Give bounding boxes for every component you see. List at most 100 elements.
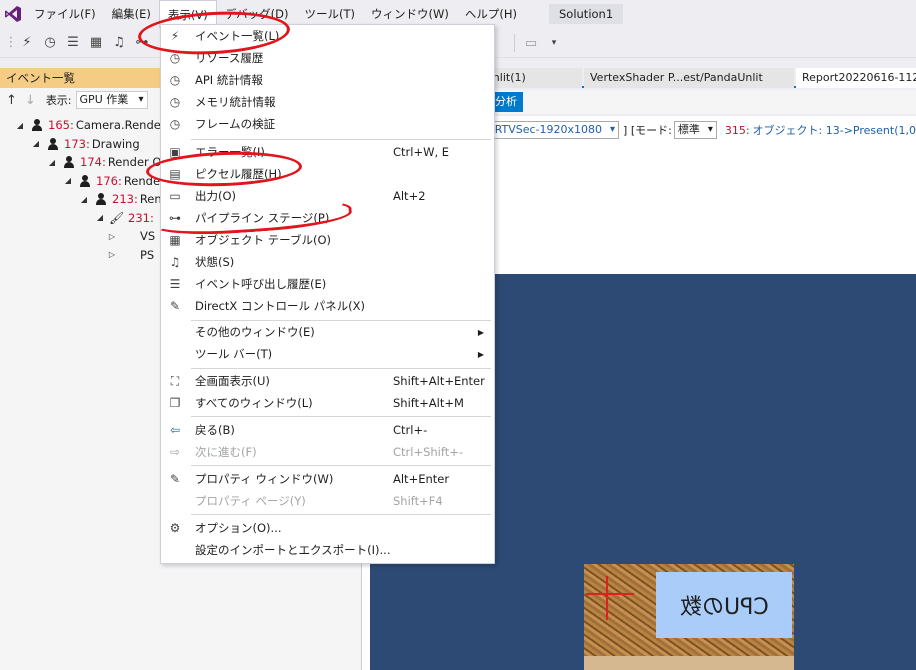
event-number: 174: — [80, 155, 106, 170]
state-icon: ♫ — [169, 255, 181, 269]
layout-toolbar-icon[interactable]: ▭ — [521, 33, 541, 53]
toolbar-overflow-icon[interactable]: ▾ — [544, 33, 564, 53]
menu-item-api-stats[interactable]: ◷ API 統計情報 — [161, 69, 494, 91]
pixel-crosshair-icon — [606, 576, 608, 620]
menu-item-toolbars[interactable]: ツール バー(T) ▶ — [161, 343, 494, 365]
menu-item-label: メモリ統計情報 — [195, 95, 276, 109]
menu-item-all-windows[interactable]: ❐ すべてのウィンドウ(L) Shift+Alt+M — [161, 392, 494, 414]
stats-icon: ◷ — [169, 73, 181, 87]
toolbar-separator — [514, 34, 515, 52]
menu-item-import-export-settings[interactable]: 設定のインポートとエクスポート(I)... — [161, 539, 494, 561]
table-toolbar-icon[interactable]: ▦ — [86, 33, 106, 53]
menu-item-shortcut: Shift+Alt+Enter — [393, 374, 485, 388]
menu-file[interactable]: ファイル(F) — [26, 0, 104, 28]
memory-icon: ◷ — [169, 95, 181, 109]
wrench-icon: ✎ — [169, 299, 181, 313]
person-icon — [45, 137, 61, 151]
toolbar-grip-icon: ⋮ — [4, 35, 18, 50]
collapse-icon[interactable]: ◢ — [46, 158, 58, 167]
frame-icon: ◷ — [169, 117, 181, 131]
event-name: VS — [140, 229, 156, 244]
menu-item-label: 状態(S) — [195, 255, 235, 269]
menu-item-back[interactable]: ⇦ 戻る(B) Ctrl+- — [161, 419, 494, 441]
menu-separator — [191, 514, 491, 515]
properties-icon: ✎ — [169, 472, 181, 486]
menu-item-other-windows[interactable]: その他のウィンドウ(E) ▶ — [161, 321, 494, 343]
menu-item-directx-control-panel[interactable]: ✎ DirectX コントロール パネル(X) — [161, 295, 494, 317]
menu-item-label: 出力(O) — [195, 189, 237, 203]
output-icon: ▭ — [169, 189, 181, 203]
render-texture-floor — [584, 656, 794, 670]
gear-icon: ⚙ — [169, 521, 181, 535]
menu-item-options[interactable]: ⚙ オプション(O)... — [161, 517, 494, 539]
person-icon — [29, 118, 45, 132]
event-list-toolbar-icon[interactable]: ⚡ — [17, 33, 37, 53]
toolbar-right-group: ▭ ▾ — [508, 33, 567, 53]
menu-separator — [191, 368, 491, 369]
menu-item-label: オブジェクト テーブル(O) — [195, 233, 331, 247]
event-name: Drawing — [91, 136, 140, 151]
menu-item-memory-stats[interactable]: ◷ メモリ統計情報 — [161, 91, 494, 113]
menu-item-fullscreen[interactable]: ⛶ 全画面表示(U) Shift+Alt+Enter — [161, 370, 494, 392]
event-number: 231: — [128, 210, 154, 225]
expand-icon[interactable]: ▷ — [106, 250, 118, 259]
menu-item-label: ツール バー(T) — [195, 347, 273, 361]
menu-item-label: API 統計情報 — [195, 73, 263, 87]
event-name: PS — [140, 247, 155, 262]
menu-item-label: オプション(O)... — [195, 521, 282, 535]
menu-item-forward: ⇨ 次に進む(F) Ctrl+Shift+- — [161, 441, 494, 463]
render-label-box: CPUの数 — [656, 572, 792, 638]
menu-item-state[interactable]: ♫ 状態(S) — [161, 251, 494, 273]
menu-item-shortcut: Shift+Alt+M — [393, 396, 464, 410]
windows-icon: ❐ — [169, 396, 181, 410]
menu-item-event-call-stack[interactable]: ☰ イベント呼び出し履歴(E) — [161, 273, 494, 295]
submenu-arrow-icon: ▶ — [477, 349, 484, 359]
menu-separator — [191, 139, 491, 140]
show-label: 表示: — [45, 94, 72, 107]
collapse-icon[interactable]: ◢ — [14, 121, 26, 130]
solution-name: Solution1 — [548, 4, 624, 24]
menu-separator — [191, 465, 491, 466]
menu-item-properties-window[interactable]: ✎ プロパティ ウィンドウ(W) Alt+Enter — [161, 468, 494, 490]
mode-label: ] [モード: — [623, 124, 672, 137]
arrow-up-icon[interactable]: ↑ — [6, 93, 17, 108]
collapse-icon[interactable]: ◢ — [30, 139, 42, 148]
menu-item-shortcut: Ctrl+- — [393, 423, 428, 437]
expand-icon[interactable]: ▷ — [106, 232, 118, 241]
visual-studio-logo-icon[interactable] — [0, 0, 26, 28]
menu-item-shortcut: Ctrl+Shift+- — [393, 445, 464, 459]
person-icon — [77, 174, 93, 188]
history-toolbar-icon[interactable]: ◷ — [40, 33, 60, 53]
fullscreen-icon: ⛶ — [170, 373, 180, 388]
person-icon — [61, 155, 77, 169]
filter-select[interactable]: GPU 作業 — [75, 91, 148, 109]
object-number: 315: — [724, 123, 750, 137]
collapse-icon[interactable]: ◢ — [78, 195, 90, 204]
collapse-icon[interactable]: ◢ — [62, 176, 74, 185]
brush-icon: 🖌 — [109, 210, 125, 225]
forward-icon: ⇨ — [169, 445, 181, 459]
menu-item-frame-validation[interactable]: ◷ フレームの検証 — [161, 113, 494, 135]
menu-separator — [191, 416, 491, 417]
state-toolbar-icon[interactable]: ♫ — [109, 33, 129, 53]
person-icon — [93, 192, 109, 206]
arrow-down-icon[interactable]: ↓ — [25, 93, 36, 108]
doc-tab-report[interactable]: Report20220616-1129 — [796, 68, 916, 88]
menu-item-shortcut: Shift+F4 — [393, 494, 443, 508]
menu-item-property-pages: プロパティ ページ(Y) Shift+F4 — [161, 490, 494, 512]
event-number: 176: — [96, 173, 122, 188]
menu-item-shortcut: Alt+Enter — [393, 472, 450, 486]
view-menu-dropdown: ⚡ イベント一覧(L) ◷ リソース履歴 ◷ API 統計情報 ◷ メモリ統計情… — [160, 24, 495, 564]
submenu-arrow-icon: ▶ — [477, 327, 484, 337]
menu-item-label: 設定のインポートとエクスポート(I)... — [195, 543, 391, 557]
menu-item-label: プロパティ ページ(Y) — [195, 494, 306, 508]
menu-item-label: DirectX コントロール パネル(X) — [195, 299, 365, 313]
mode-combo[interactable]: 標準 — [673, 121, 717, 139]
render-label-text: CPUの数 — [679, 595, 769, 620]
event-name: Camera.Render — [75, 118, 166, 133]
doc-tab-vertex-shader[interactable]: VertexShader P...est/PandaUnlit — [584, 68, 794, 88]
menu-item-label: すべてのウィンドウ(L) — [195, 396, 313, 410]
call-stack-toolbar-icon[interactable]: ☰ — [63, 33, 83, 53]
collapse-icon[interactable]: ◢ — [94, 213, 106, 222]
table-icon: ▦ — [169, 233, 181, 247]
